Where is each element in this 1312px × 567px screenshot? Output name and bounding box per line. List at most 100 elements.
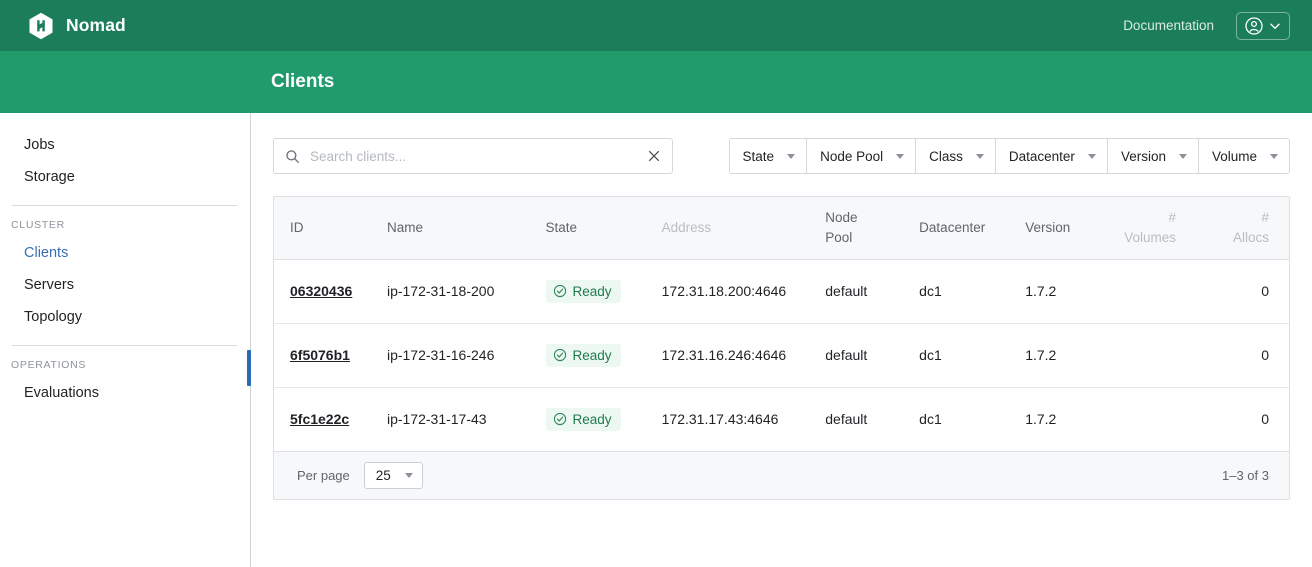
cell-volumes	[1105, 322, 1197, 387]
column-header-address[interactable]: Address	[645, 197, 810, 260]
search-input[interactable]	[310, 148, 646, 164]
sidebar-item-label: Jobs	[24, 137, 55, 153]
user-circle-icon	[1245, 16, 1263, 35]
close-icon	[648, 150, 660, 162]
sidebar-section-heading-operations: OPERATIONS	[11, 359, 87, 371]
cell-node-pool: default	[809, 386, 904, 451]
sidebar-item-label: Storage	[24, 169, 75, 185]
column-header-allocs[interactable]: # Allocs	[1196, 197, 1289, 260]
cell-allocs: 0	[1196, 386, 1289, 451]
caret-down-icon	[975, 153, 984, 159]
column-header-name[interactable]: Name	[370, 197, 530, 260]
status-badge-label: Ready	[572, 283, 612, 299]
caret-down-icon	[1270, 153, 1278, 159]
column-header-id[interactable]: ID	[274, 197, 371, 260]
filter-version-button[interactable]: Version	[1107, 139, 1199, 173]
documentation-link[interactable]: Documentation	[1123, 18, 1214, 33]
pagination-range-text: 1–3 of 3	[1222, 468, 1269, 483]
cell-node-pool: default	[825, 283, 868, 299]
filter-datacenter-button[interactable]: Datacenter	[995, 139, 1108, 173]
filter-label: State	[742, 148, 775, 164]
caret-down-icon	[896, 153, 905, 159]
client-id-link[interactable]: 6f5076b1	[290, 347, 350, 363]
cell-id: 5fc1e22c	[274, 386, 371, 451]
filter-volume-button[interactable]: Volume	[1198, 139, 1289, 173]
brand-home-link[interactable]: Nomad	[28, 12, 126, 40]
cell-allocs: 0	[1261, 283, 1269, 299]
cell-address: 172.31.16.246:4646	[645, 322, 810, 387]
table-controls: State Node Pool Class Datacenter Version	[273, 138, 1290, 176]
cell-allocs: 0	[1196, 322, 1289, 387]
clients-table-card: ID Name State Address Node Pool Datacent…	[273, 196, 1290, 500]
per-page-label: Per page	[297, 468, 350, 483]
status-badge: Ready	[545, 407, 621, 431]
cell-state: Ready	[530, 259, 646, 323]
sidebar-item-label: Topology	[24, 309, 83, 325]
sidebar-item-evaluations[interactable]: Evaluations	[0, 377, 250, 409]
status-badge-label: Ready	[572, 347, 612, 363]
cell-volumes	[1105, 259, 1196, 323]
cell-address: 172.31.17.43:4646	[645, 386, 810, 451]
sidebar-item-label: Clients	[24, 245, 69, 261]
status-badge: Ready	[545, 279, 621, 303]
table-header: ID Name State Address Node Pool Datacent…	[274, 197, 1289, 260]
cell-state: Ready	[529, 386, 646, 451]
sidebar-item-topology[interactable]: Topology	[0, 301, 250, 333]
filter-class-button[interactable]: Class	[916, 139, 996, 173]
column-header-node-pool[interactable]: Node Pool	[809, 197, 904, 260]
status-badge-label: Ready	[572, 411, 612, 427]
filter-label: Version	[1120, 148, 1166, 164]
table-body: 06320436 ip-172-31-18-200 Ready 172.31.1…	[274, 259, 1289, 451]
sidebar-item-storage[interactable]: Storage	[0, 161, 250, 193]
client-id-link[interactable]: 06320436	[290, 283, 352, 299]
cell-name: ip-172-31-17-43	[370, 386, 530, 451]
cell-id: 06320436	[274, 259, 371, 323]
check-circle-icon	[553, 413, 566, 426]
clients-table: ID Name State Address Node Pool Datacent…	[274, 197, 1289, 451]
filter-button-group: State Node Pool Class Datacenter Version	[728, 138, 1290, 174]
filter-node-pool-button[interactable]: Node Pool	[807, 139, 917, 173]
filter-state-button[interactable]: State	[729, 139, 808, 173]
clear-search-button[interactable]	[646, 149, 662, 163]
cell-address: 172.31.18.200:4646	[661, 283, 787, 299]
chevron-down-icon	[1270, 23, 1280, 29]
filter-label: Volume	[1211, 148, 1257, 164]
nomad-hexagon-logo-icon	[29, 12, 53, 39]
per-page-value: 25	[375, 468, 391, 483]
page-title-bar: Clients	[0, 51, 1312, 113]
column-header-datacenter[interactable]: Datacenter	[903, 197, 1010, 260]
caret-down-icon	[1178, 153, 1187, 159]
sidebar-item-servers[interactable]: Servers	[0, 269, 250, 301]
cell-datacenter: dc1	[903, 322, 1010, 387]
column-header-volumes[interactable]: # Volumes	[1105, 197, 1197, 260]
caret-down-icon	[404, 473, 413, 478]
table-header-row: ID Name State Address Node Pool Datacent…	[274, 197, 1289, 260]
table-row[interactable]: 06320436 ip-172-31-18-200 Ready 172.31.1…	[274, 259, 1289, 323]
cell-version: 1.7.2	[1025, 283, 1057, 299]
cell-version: 1.7.2	[1009, 322, 1106, 387]
cell-id: 6f5076b1	[274, 322, 371, 387]
table-pagination-footer: Per page 25 1–3 of 3	[274, 451, 1289, 499]
page-body: Jobs Storage CLUSTER Clients Servers Top…	[0, 113, 1312, 567]
client-id-link[interactable]: 5fc1e22c	[290, 411, 349, 427]
brand-name: Nomad	[66, 15, 126, 35]
status-badge: Ready	[545, 343, 621, 367]
table-row[interactable]: 6f5076b1 ip-172-31-16-246 Ready 172.31.1…	[274, 322, 1289, 387]
search-clients-box[interactable]	[273, 138, 673, 174]
sidebar-section-heading-cluster: CLUSTER	[11, 219, 65, 231]
check-circle-icon	[553, 284, 566, 298]
sidebar-item-jobs[interactable]: Jobs	[0, 129, 250, 161]
table-row[interactable]: 5fc1e22c ip-172-31-17-43 Ready 172.31.17…	[274, 386, 1289, 451]
column-header-state[interactable]: State	[529, 197, 646, 260]
column-header-version[interactable]: Version	[1009, 197, 1106, 260]
top-navigation-bar: Nomad Documentation	[0, 0, 1312, 51]
profile-menu-button[interactable]	[1236, 11, 1290, 40]
per-page-select[interactable]: 25	[363, 462, 423, 489]
caret-down-icon	[787, 153, 796, 159]
filter-label: Datacenter	[1008, 148, 1075, 164]
cell-datacenter: dc1	[919, 283, 942, 299]
page-title: Clients	[271, 71, 335, 92]
cell-volumes	[1105, 386, 1197, 451]
sidebar-item-clients[interactable]: Clients	[0, 237, 250, 269]
cell-state: Ready	[529, 322, 646, 387]
